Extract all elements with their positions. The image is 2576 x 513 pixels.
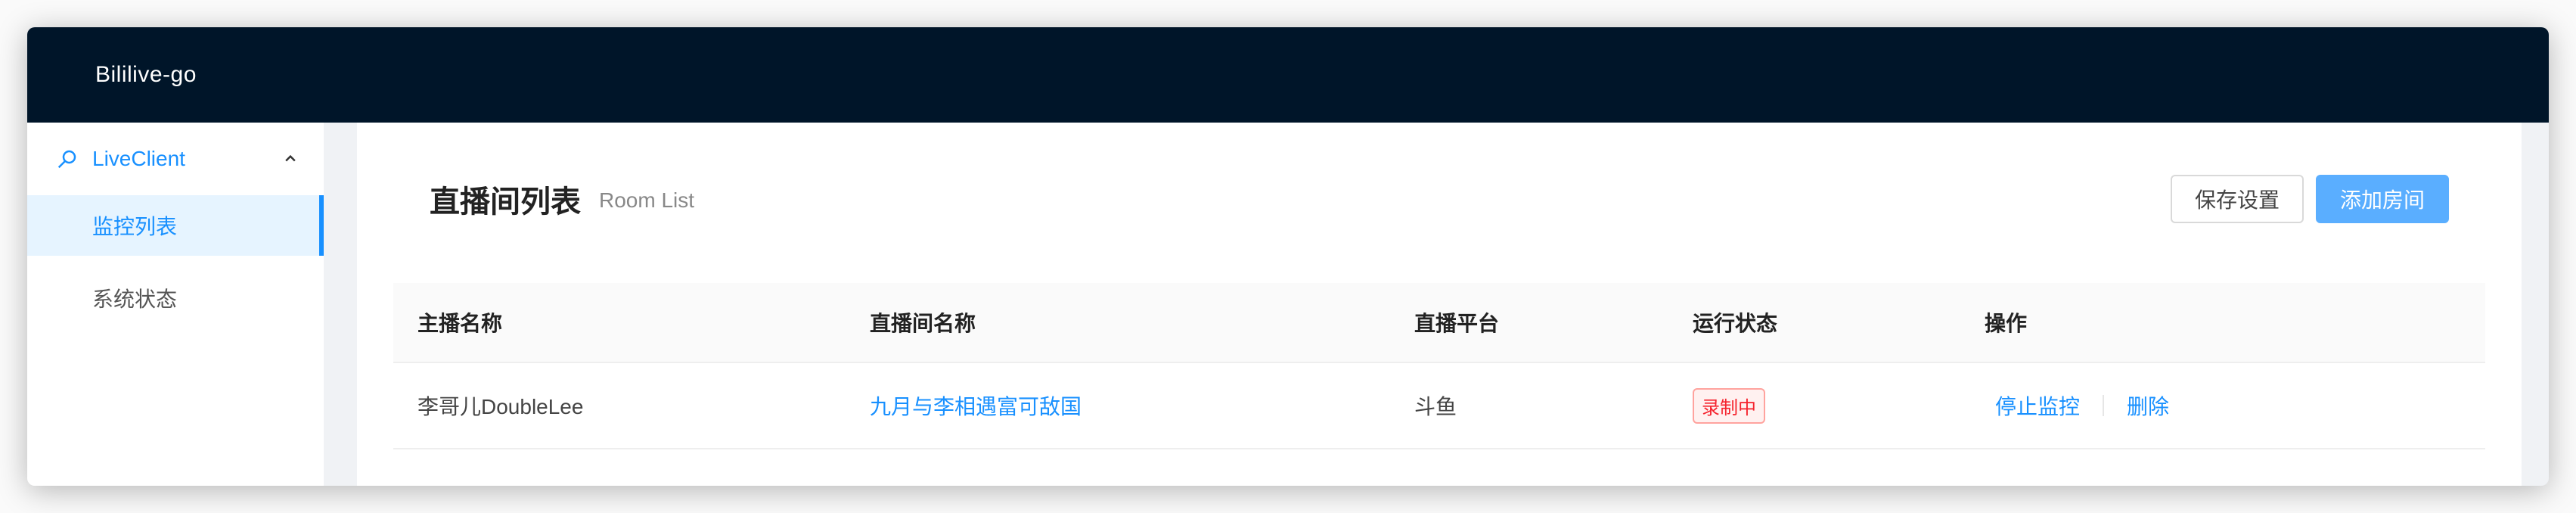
cell-actions: 停止监控 删除 xyxy=(1960,390,2485,421)
main-content: 直播间列表 Room List 保存设置 添加房间 主播名称 直播间名称 直播平… xyxy=(357,123,2522,486)
column-header-status: 运行状态 xyxy=(1693,312,1778,335)
table-row: 李哥儿DoubleLee 九月与李相遇富可敌国 斗鱼 录制中 停止监控 删除 xyxy=(393,363,2485,449)
app-window: Bililive-go LiveClient 监控列表 系统状态 直播间列表 R… xyxy=(27,27,2549,486)
status-badge: 录制中 xyxy=(1693,387,1765,424)
room-link[interactable]: 九月与李相遇富可敌国 xyxy=(870,395,1082,418)
submenu-label: LiveClient xyxy=(92,147,185,170)
app-logo[interactable]: Bililive-go xyxy=(95,62,197,88)
sidebar-item-monitor-list[interactable]: 监控列表 xyxy=(27,195,324,256)
sidebar: LiveClient 监控列表 系统状态 xyxy=(27,123,324,486)
column-header-platform: 直播平台 xyxy=(1414,312,1500,335)
room-table: 主播名称 直播间名称 直播平台 运行状态 操作 李哥儿DoubleLee 九月与… xyxy=(393,283,2485,449)
page-subtitle: Room List xyxy=(599,188,695,212)
column-header-actions: 操作 xyxy=(1985,312,2028,335)
sidebar-item-label: 监控列表 xyxy=(92,215,178,238)
page-header: 直播间列表 Room List 保存设置 添加房间 xyxy=(393,173,2485,225)
cell-platform: 斗鱼 xyxy=(1414,395,1457,418)
cell-host: 李哥儿DoubleLee xyxy=(417,395,584,418)
table-header: 主播名称 直播间名称 直播平台 运行状态 操作 xyxy=(393,283,2485,363)
header-actions: 保存设置 添加房间 xyxy=(2170,175,2449,223)
column-header-room: 直播间名称 xyxy=(870,312,976,335)
column-header-host: 主播名称 xyxy=(417,312,503,335)
top-header: Bililive-go xyxy=(27,27,2549,123)
submenu-liveclient[interactable]: LiveClient xyxy=(27,123,324,195)
delete-link[interactable]: 删除 xyxy=(2116,390,2180,421)
action-divider xyxy=(2103,395,2105,416)
page-title: 直播间列表 xyxy=(430,185,581,219)
save-settings-button[interactable]: 保存设置 xyxy=(2170,175,2304,223)
chevron-up-icon[interactable] xyxy=(283,151,298,166)
search-icon xyxy=(57,150,76,169)
stop-monitor-link[interactable]: 停止监控 xyxy=(1985,390,2090,421)
sidebar-item-label: 系统状态 xyxy=(92,288,178,311)
sidebar-item-system-status[interactable]: 系统状态 xyxy=(27,268,324,328)
add-room-button[interactable]: 添加房间 xyxy=(2315,175,2449,223)
